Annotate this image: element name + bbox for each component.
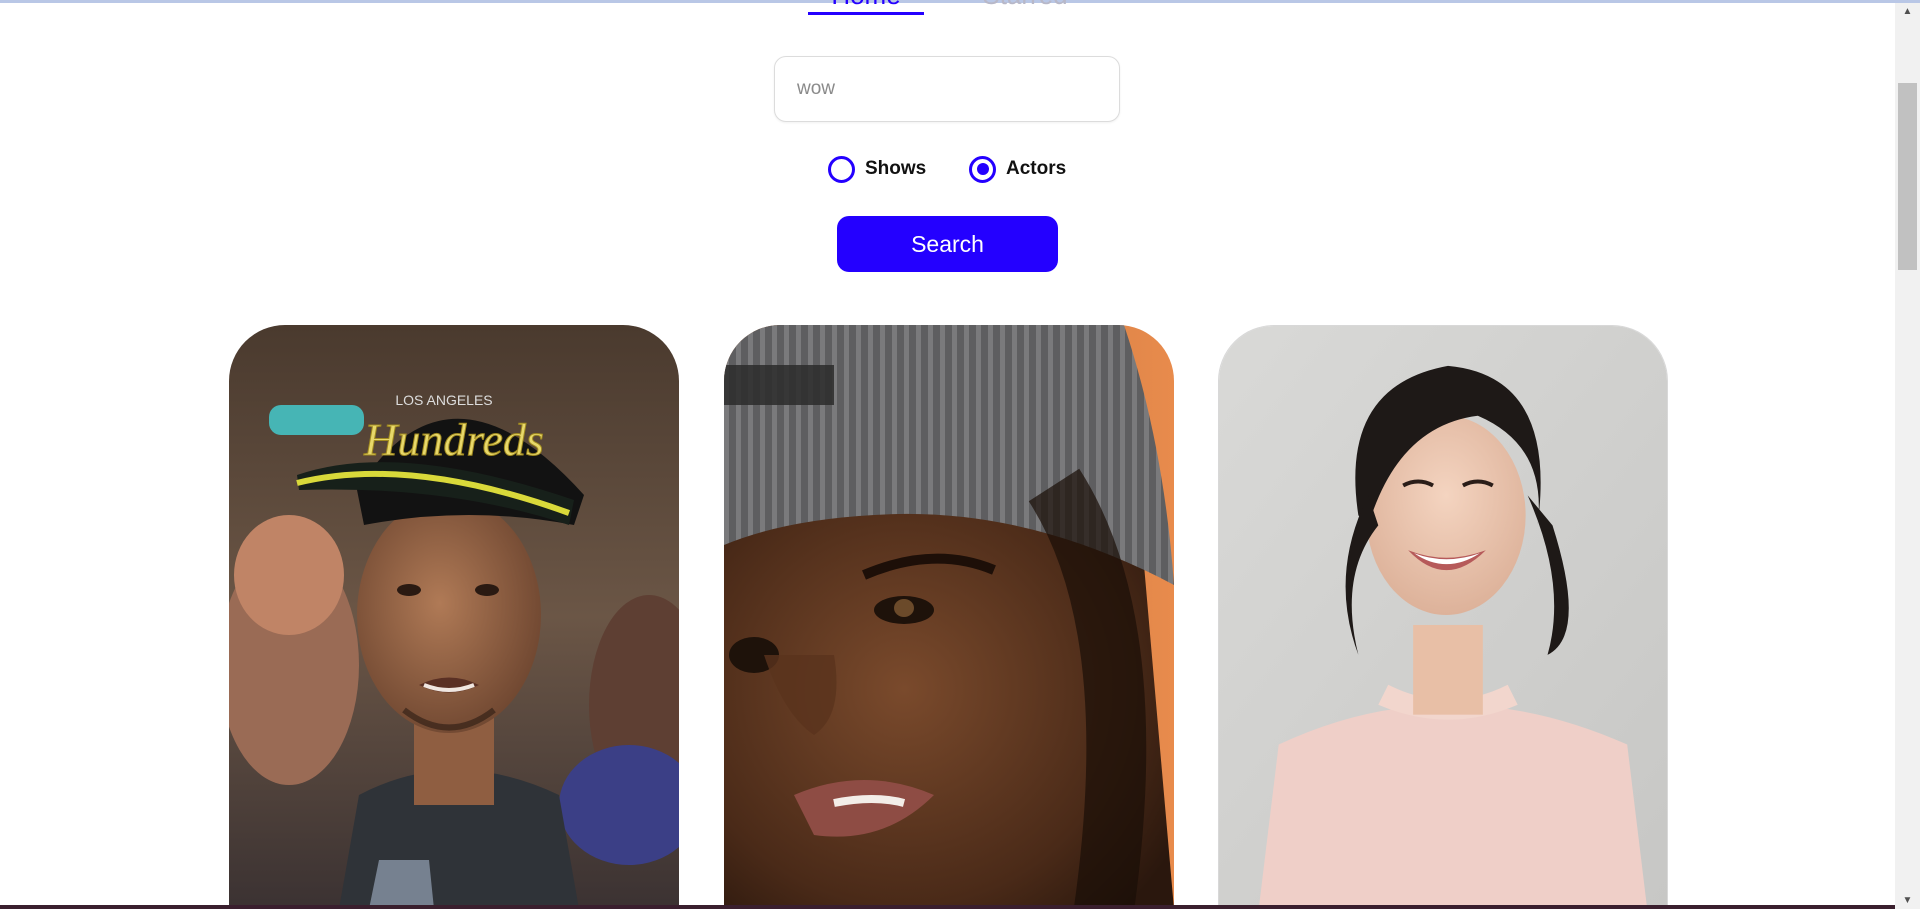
cap-text-small: LOS ANGELES	[395, 392, 492, 408]
radio-shows[interactable]: Shows	[828, 152, 926, 186]
radio-dot-icon	[976, 163, 989, 175]
cap-text-script: Hundreds	[363, 414, 544, 465]
vertical-scrollbar[interactable]: ▲ ▼	[1895, 3, 1920, 909]
scroll-up-arrow-icon[interactable]: ▲	[1895, 3, 1920, 20]
radio-circle-checked-icon[interactable]	[969, 155, 996, 183]
search-button[interactable]: Search	[837, 216, 1058, 272]
actor-photo-3	[1219, 326, 1667, 908]
radio-actors-label: Actors	[1006, 158, 1067, 179]
radio-circle-unchecked-icon[interactable]	[828, 155, 855, 183]
tab-home[interactable]: Home	[808, 0, 924, 15]
actor-card-2[interactable]	[724, 325, 1174, 909]
radio-shows-label: Shows	[865, 158, 927, 179]
actor-photo-1: LOS ANGELES Hundreds	[229, 325, 679, 909]
search-input[interactable]	[774, 56, 1120, 122]
actor-photo-2	[724, 325, 1174, 909]
main-nav-tabs: Home Starred	[0, 0, 1895, 18]
app-viewport: Home Starred Shows Actors Search	[0, 0, 1920, 909]
radio-actors[interactable]: Actors	[969, 152, 1066, 186]
actor-card-3[interactable]	[1218, 325, 1668, 909]
scrollbar-thumb[interactable]	[1898, 83, 1917, 270]
scroll-down-arrow-icon[interactable]: ▼	[1895, 892, 1920, 909]
actor-card-1[interactable]: LOS ANGELES Hundreds	[229, 325, 679, 909]
bottom-edge-strip	[0, 905, 1895, 909]
search-type-radio-group: Shows Actors	[828, 152, 1088, 186]
tab-starred[interactable]: Starred	[960, 0, 1090, 12]
